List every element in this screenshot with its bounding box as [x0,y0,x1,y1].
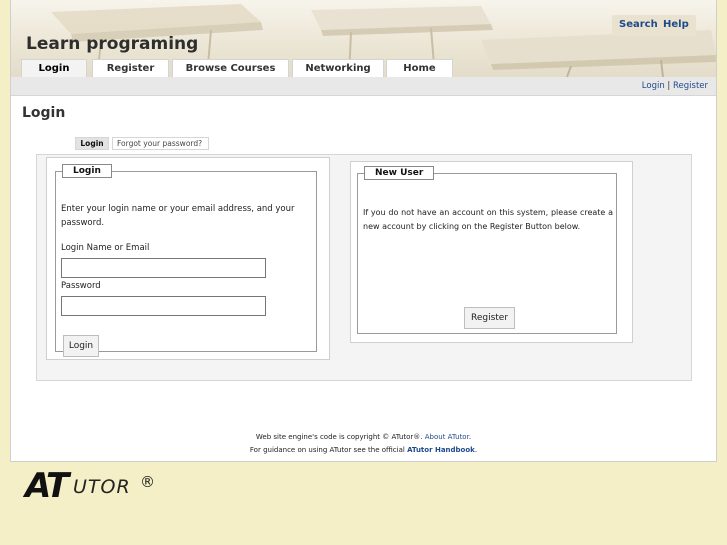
footer-period-2: . [474,446,478,454]
atutor-logo-utor: UTOR [73,476,131,498]
page-title: Login [22,105,66,121]
top-links: Search Help [612,15,696,36]
registered-mark: ® [140,473,155,491]
new-user-text: If you do not have an account on this sy… [363,208,613,231]
atutor-logo[interactable]: AT UTOR ® [25,466,165,506]
login-button[interactable]: Login [63,335,99,357]
login-name-input[interactable] [61,258,266,278]
user-bar: Login | Register [11,77,716,96]
tab-register[interactable]: Register [92,59,169,77]
help-link[interactable]: Help [663,19,689,30]
user-links: Login | Register [642,81,708,91]
new-user-panel: New User If you do not have an account o… [350,161,633,343]
new-user-legend: New User [364,166,435,180]
user-register-link[interactable]: Register [673,81,708,91]
login-container: Login Enter your login name or your emai… [36,154,692,381]
tab-browse-courses[interactable]: Browse Courses [172,59,289,77]
about-atutor-link[interactable]: About ATutor [425,433,469,441]
subtab-login[interactable]: Login [75,137,109,150]
search-link[interactable]: Search [619,19,658,30]
guidance-text: For guidance on using ATutor see the off… [249,446,405,454]
new-user-fieldset: New User If you do not have an account o… [357,166,617,334]
subtab-forgot-password[interactable]: Forgot your password? [112,137,209,150]
login-name-label: Login Name or Email [61,243,150,253]
atutor-handbook-link[interactable]: ATutor Handbook [407,446,475,454]
footer-line-2: For guidance on using ATutor see the off… [11,444,716,457]
user-login-link[interactable]: Login [642,81,665,91]
tab-home[interactable]: Home [386,59,453,77]
login-fieldset: Login Enter your login name or your emai… [55,164,317,357]
login-panel: Login Enter your login name or your emai… [46,157,330,360]
footer-line-1: Web site engine's code is copyright © AT… [11,431,716,444]
register-button[interactable]: Register [464,307,515,329]
user-links-separator: | [667,81,671,91]
site-title: Learn programing [26,34,199,54]
login-instructions: Enter your login name or your email addr… [61,204,295,228]
copyright-text: Web site engine's code is copyright © AT… [255,433,423,441]
header-banner: Learn programing Search Help Login Regis… [11,0,716,77]
tab-login[interactable]: Login [21,59,87,77]
footer: Web site engine's code is copyright © AT… [11,431,716,457]
main-frame: Learn programing Search Help Login Regis… [10,0,717,462]
footer-period-1: . [468,433,472,441]
password-input[interactable] [61,296,266,316]
password-label: Password [61,281,101,291]
atutor-logo-at: AT [25,466,69,506]
tab-networking[interactable]: Networking [292,59,384,77]
login-legend: Login [62,164,112,178]
